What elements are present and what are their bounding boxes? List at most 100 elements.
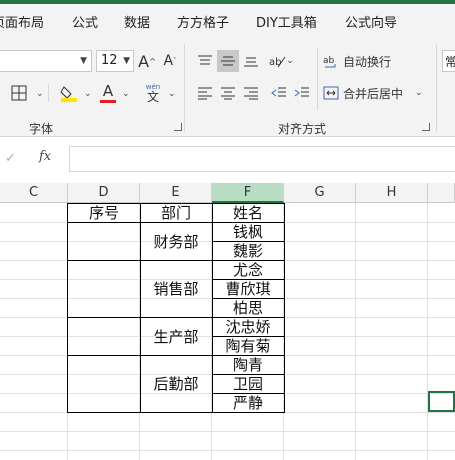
- header-seq[interactable]: 序号: [68, 203, 140, 222]
- align-left-icon: [198, 87, 212, 100]
- column-label: D: [98, 185, 109, 200]
- active-cell-selection[interactable]: [428, 391, 455, 412]
- name-cell[interactable]: 柏思: [212, 298, 284, 317]
- dept-cell-sales[interactable]: 销售部: [140, 260, 212, 317]
- column-header-c[interactable]: C: [0, 183, 68, 203]
- font-color-swatch: [100, 99, 116, 103]
- borders-button[interactable]: [8, 82, 30, 104]
- font-size-input[interactable]: 12 ▼: [96, 50, 134, 72]
- table-border-line: [212, 279, 284, 280]
- chevron-down-icon[interactable]: ⌄: [122, 89, 130, 99]
- name-cell[interactable]: 魏影: [212, 241, 284, 260]
- number-format-select[interactable]: 常: [442, 50, 455, 72]
- divider: [48, 84, 49, 102]
- increase-indent-button[interactable]: [291, 82, 313, 104]
- formula-input[interactable]: [69, 146, 455, 172]
- font-group-label: 字体: [29, 122, 54, 136]
- orientation-button[interactable]: ab ⌄: [266, 50, 296, 72]
- worksheet-grid[interactable]: C D E F G H 序号 部门 姓名 财务部 销售部 生产部 后勤部 钱枫魏…: [0, 183, 455, 460]
- tab-data[interactable]: 数据: [124, 12, 150, 31]
- column-label: C: [28, 185, 39, 200]
- align-left-button[interactable]: [194, 82, 216, 104]
- column-label: F: [243, 184, 252, 200]
- name-cell[interactable]: 沈忠娇: [212, 317, 284, 336]
- decrease-indent-icon: [271, 87, 286, 97]
- table-border-line: [67, 260, 285, 261]
- header-dept[interactable]: 部门: [140, 203, 212, 222]
- table-border-line: [212, 298, 284, 299]
- tab-diy-toolbox[interactable]: DIY工具箱: [256, 12, 317, 31]
- wrap-text-button[interactable]: ab 自动换行: [323, 50, 393, 72]
- align-top-button[interactable]: [194, 50, 216, 72]
- column-label: E: [171, 185, 180, 200]
- name-cell[interactable]: 陶青: [212, 355, 284, 374]
- align-top-icon: [198, 55, 212, 65]
- table-border-line: [212, 336, 284, 337]
- column-header-d[interactable]: D: [68, 183, 140, 203]
- dept-cell-logistics[interactable]: 后勤部: [140, 355, 212, 412]
- formula-bar: ✓ fx: [0, 137, 455, 183]
- table-border-line: [284, 203, 285, 413]
- table-border-line: [67, 412, 285, 413]
- title-bar-edge: [0, 0, 455, 4]
- table-border-line: [67, 203, 285, 204]
- name-cell[interactable]: 严静: [212, 393, 284, 412]
- dept-cell-production[interactable]: 生产部: [140, 317, 212, 355]
- align-middle-icon: [221, 56, 235, 66]
- table-border-line: [140, 203, 141, 412]
- font-name-input[interactable]: ▼: [0, 50, 92, 72]
- increase-font-size-button[interactable]: A ^: [137, 50, 157, 72]
- dept-cell-finance[interactable]: 财务部: [140, 222, 212, 260]
- column-header-e[interactable]: E: [140, 183, 212, 203]
- merge-cells-icon: [323, 86, 339, 100]
- row-gridline: [0, 450, 455, 451]
- font-color-button[interactable]: A: [97, 82, 119, 104]
- align-center-button[interactable]: [217, 82, 239, 104]
- name-cell[interactable]: 卫园: [212, 374, 284, 393]
- insert-function-button[interactable]: fx: [39, 149, 51, 164]
- alignment-group-label: 对齐方式: [278, 122, 327, 136]
- align-right-button[interactable]: [240, 82, 262, 104]
- chevron-down-icon[interactable]: ▼: [80, 56, 87, 66]
- tab-formula-wizard[interactable]: 公式向导: [345, 12, 397, 31]
- column-header-g[interactable]: G: [284, 183, 356, 203]
- name-cell[interactable]: 曹欣琪: [212, 279, 284, 298]
- increase-indent-icon: [294, 87, 309, 97]
- align-center-icon: [221, 87, 235, 100]
- name-cell[interactable]: 陶有菊: [212, 336, 284, 355]
- decrease-indent-button[interactable]: [268, 82, 290, 104]
- enter-check-icon[interactable]: ✓: [5, 151, 16, 166]
- phonetic-guide-button[interactable]: wén 文: [142, 81, 164, 105]
- alignment-dialog-launcher[interactable]: [422, 123, 430, 131]
- header-name[interactable]: 姓名: [212, 203, 284, 222]
- row-gridline: [0, 431, 455, 432]
- text-orientation-icon: ab: [269, 56, 286, 68]
- chevron-down-icon[interactable]: ⌄: [36, 89, 44, 99]
- ribbon: ▼ 12 ▼ A ^ Aˇ ⌄ ⌄ A ⌄ wén 文 ⌄ 字体 ab ⌄ ab…: [0, 40, 455, 137]
- decrease-font-size-button[interactable]: Aˇ: [160, 50, 180, 72]
- svg-text:ab: ab: [269, 57, 281, 68]
- name-cell[interactable]: 钱枫: [212, 222, 284, 241]
- align-bottom-button[interactable]: [240, 50, 262, 72]
- table-border-line: [67, 203, 68, 413]
- chevron-down-icon[interactable]: ⌄: [84, 89, 92, 99]
- column-label: H: [386, 185, 397, 200]
- tab-fangfang[interactable]: 方方格子: [177, 12, 229, 31]
- font-dialog-launcher[interactable]: [174, 123, 182, 131]
- fill-color-button[interactable]: [58, 82, 80, 104]
- chevron-down-icon[interactable]: ▼: [123, 56, 130, 66]
- wrap-text-label: 自动换行: [343, 54, 392, 69]
- chevron-down-icon[interactable]: ⌄: [168, 89, 176, 99]
- chevron-down-icon: ⌄: [415, 88, 423, 98]
- column-header-f[interactable]: F: [212, 183, 284, 203]
- merge-center-button[interactable]: 合并后居中 ⌄: [323, 82, 423, 104]
- table-border-line: [212, 374, 284, 375]
- name-cell[interactable]: 尤念: [212, 260, 284, 279]
- tab-formulas[interactable]: 公式: [72, 12, 98, 31]
- align-middle-button[interactable]: [217, 50, 239, 72]
- divider: [436, 44, 437, 132]
- tab-page-layout[interactable]: 页面布局: [0, 12, 44, 31]
- divider: [184, 44, 185, 132]
- column-header-h[interactable]: H: [356, 183, 428, 203]
- column-header-i[interactable]: [428, 183, 455, 203]
